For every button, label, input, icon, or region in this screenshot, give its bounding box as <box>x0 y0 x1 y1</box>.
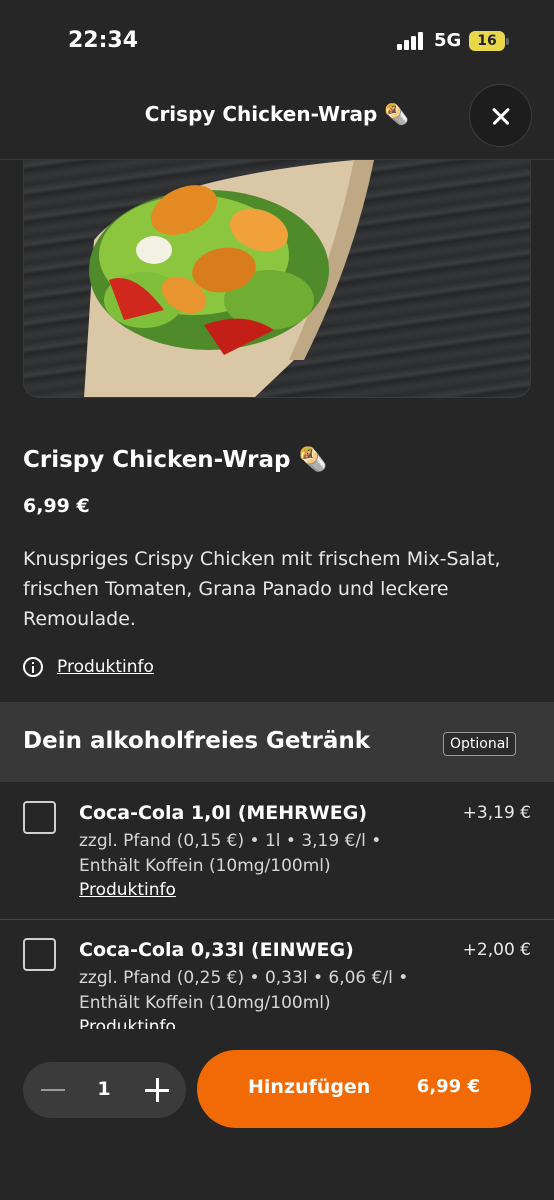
drink-option[interactable]: Coca-Cola 0,33l (EINWEG) +2,00 € zzgl. P… <box>0 921 554 1029</box>
product-name: Crispy Chicken-Wrap 🌯 <box>23 447 328 473</box>
signal-icon <box>397 32 425 50</box>
battery-icon: 16 <box>469 31 505 51</box>
drink-option[interactable]: Coca-Cola 1,0l (MEHRWEG) +3,19 € zzgl. P… <box>0 783 554 920</box>
option-checkbox[interactable] <box>23 801 56 834</box>
minus-icon[interactable] <box>39 1076 67 1104</box>
network-type: 5G <box>434 30 462 51</box>
add-to-cart-button[interactable]: Hinzufügen 6,99 € <box>197 1050 531 1128</box>
drink-section-header: Dein alkoholfreies Getränk Optional <box>0 702 554 782</box>
bottom-action-bar: 1 Hinzufügen 6,99 € <box>0 1029 554 1200</box>
product-info-row[interactable]: Produktinfo <box>23 655 154 679</box>
option-detail: zzgl. Pfand (0,25 €) • 0,33l • 6,06 €/l … <box>79 968 409 1013</box>
option-name: Coca-Cola 1,0l (MEHRWEG) <box>79 802 368 824</box>
option-price: +2,00 € <box>462 940 531 960</box>
status-time: 22:34 <box>68 28 139 53</box>
section-title: Dein alkoholfreies Getränk <box>23 728 371 754</box>
option-info-link[interactable]: Produktinfo <box>79 880 176 900</box>
product-price: 6,99 € <box>23 495 90 517</box>
product-info-link[interactable]: Produktinfo <box>57 657 154 677</box>
modal-header: Crispy Chicken-Wrap 🌯 <box>0 84 554 160</box>
battery-cap <box>506 38 509 45</box>
option-checkbox[interactable] <box>23 938 56 971</box>
optional-badge: Optional <box>443 732 517 756</box>
add-button-label: Hinzufügen <box>248 1076 371 1098</box>
info-icon <box>23 657 43 677</box>
plus-icon[interactable] <box>143 1076 171 1104</box>
quantity-stepper: 1 <box>23 1062 186 1118</box>
product-description: Knuspriges Crispy Chicken mit frischem M… <box>23 548 501 630</box>
wrap-illustration <box>84 160 374 397</box>
option-detail: zzgl. Pfand (0,15 €) • 1l • 3,19 €/l • E… <box>79 831 382 876</box>
option-price: +3,19 € <box>462 803 531 823</box>
option-info-link[interactable]: Produktinfo <box>79 1017 176 1029</box>
add-button-price: 6,99 € <box>416 1076 480 1097</box>
status-bar: 22:34 5G 16 <box>0 0 554 84</box>
close-button[interactable] <box>469 84 532 147</box>
quantity-value: 1 <box>97 1078 111 1100</box>
option-name: Coca-Cola 0,33l (EINWEG) <box>79 939 354 961</box>
product-image <box>23 160 531 398</box>
